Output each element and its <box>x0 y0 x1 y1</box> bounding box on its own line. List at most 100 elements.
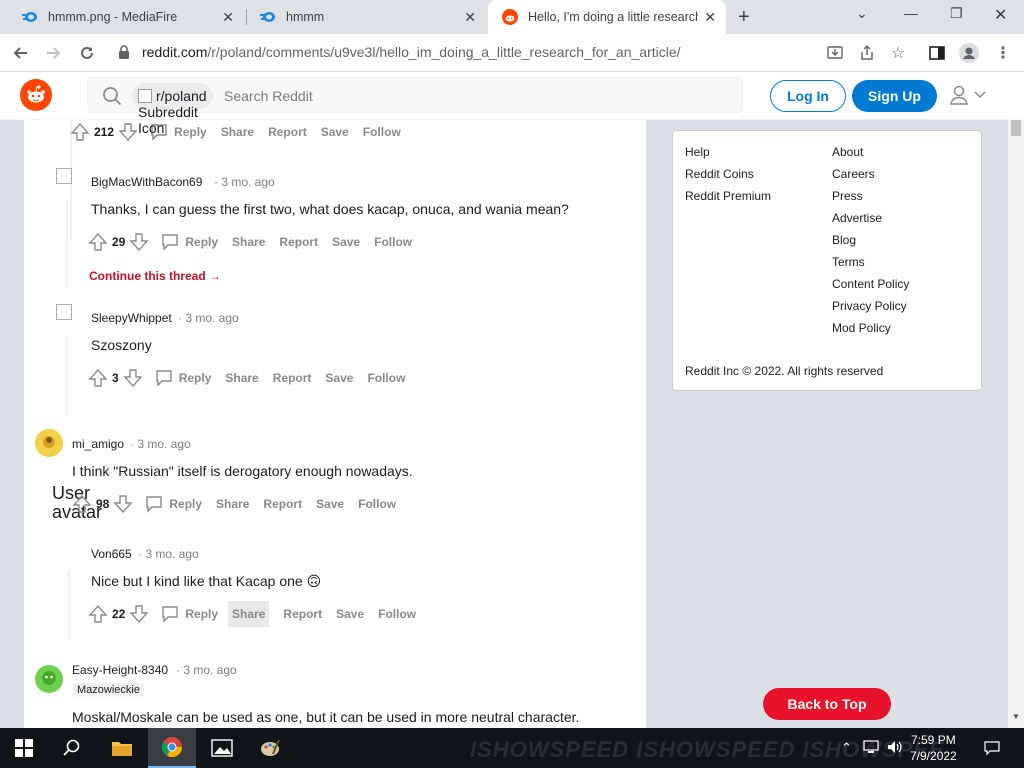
chrome-taskbar-button[interactable] <box>148 728 196 768</box>
start-button[interactable] <box>0 728 48 768</box>
continue-thread-link[interactable]: Continue this thread → <box>89 269 221 283</box>
reply-button[interactable]: Reply <box>161 233 218 251</box>
reload-icon[interactable] <box>76 42 98 64</box>
tab-search-icon[interactable]: ⌄ <box>856 5 868 22</box>
share-button[interactable]: Share <box>221 125 254 139</box>
window-close-icon[interactable]: ✕ <box>994 5 1007 25</box>
reply-button[interactable]: Reply <box>145 495 202 513</box>
link-privacy-policy[interactable]: Privacy Policy <box>832 299 907 313</box>
follow-button[interactable]: Follow <box>358 497 396 511</box>
follow-button[interactable]: Follow <box>367 371 405 385</box>
scrollbar-thumb[interactable] <box>1011 120 1021 136</box>
share-button[interactable]: Share <box>216 497 249 511</box>
install-app-icon[interactable] <box>824 42 846 64</box>
share-button[interactable]: Share <box>228 601 270 627</box>
share-button[interactable]: Share <box>225 371 258 385</box>
photos-button[interactable] <box>198 728 246 768</box>
link-advertise[interactable]: Advertise <box>832 211 882 225</box>
comment-author[interactable]: SleepyWhippet <box>91 311 172 325</box>
share-button[interactable]: Share <box>232 235 265 249</box>
link-blog[interactable]: Blog <box>832 233 856 247</box>
network-icon[interactable] <box>863 740 879 757</box>
forward-arrow-icon[interactable] <box>42 42 64 64</box>
reply-button[interactable]: Reply <box>155 369 211 387</box>
tray-chevron-up-icon[interactable]: ⌃ <box>841 740 852 756</box>
downvote-icon[interactable] <box>129 604 149 624</box>
link-mod-policy[interactable]: Mod Policy <box>832 321 891 335</box>
link-content-policy[interactable]: Content Policy <box>832 277 909 291</box>
tab-mediafire[interactable]: hmmm.png - MediaFire ✕ <box>8 0 244 34</box>
comment-author[interactable]: mi_amigo <box>72 437 124 451</box>
profile-icon[interactable] <box>958 42 980 64</box>
comment-timestamp[interactable]: · 3 mo. ago <box>178 311 239 325</box>
tab-reddit[interactable]: Hello, I'm doing a little research f ✕ <box>488 0 726 34</box>
address-bar[interactable]: reddit.com/r/poland/comments/u9ve3l/hell… <box>142 44 681 60</box>
thread-line[interactable] <box>68 570 70 640</box>
maximize-icon[interactable]: ❐ <box>950 5 963 22</box>
menu-kebab-icon[interactable]: ⋮ <box>992 42 1014 64</box>
close-icon[interactable]: ✕ <box>222 9 234 26</box>
close-icon[interactable]: ✕ <box>464 9 476 26</box>
back-to-top-button[interactable]: Back to Top <box>763 688 891 720</box>
signup-button[interactable]: Sign Up <box>852 80 937 112</box>
comment-author[interactable]: Von665 <box>91 547 132 561</box>
avatar[interactable] <box>35 665 63 693</box>
downvote-icon[interactable] <box>129 232 149 252</box>
follow-button[interactable]: Follow <box>374 235 412 249</box>
comment-author[interactable]: BigMacWithBacon69 <box>91 175 202 189</box>
upvote-icon[interactable] <box>70 122 90 142</box>
page-scrollbar[interactable]: ▼ <box>1008 120 1024 728</box>
downvote-icon[interactable] <box>118 122 138 142</box>
report-button[interactable]: Report <box>268 125 307 139</box>
report-button[interactable]: Report <box>279 235 318 249</box>
comment-author[interactable]: Easy-Height-8340 <box>72 663 168 677</box>
save-button[interactable]: Save <box>332 235 360 249</box>
link-help[interactable]: Help <box>685 145 710 159</box>
report-button[interactable]: Report <box>273 371 312 385</box>
link-reddit-premium[interactable]: Reddit Premium <box>685 189 771 203</box>
report-button[interactable]: Report <box>283 607 322 621</box>
link-careers[interactable]: Careers <box>832 167 875 181</box>
reddit-logo-icon[interactable] <box>20 79 52 111</box>
comment-timestamp[interactable]: · 3 mo. ago <box>130 437 191 451</box>
thread-line[interactable] <box>66 336 68 416</box>
new-tab-button[interactable]: + <box>738 6 750 29</box>
link-press[interactable]: Press <box>832 189 863 203</box>
save-button[interactable]: Save <box>321 125 349 139</box>
tab-hmmm[interactable]: hmmm ✕ <box>246 0 486 34</box>
upvote-icon[interactable] <box>88 232 108 252</box>
close-icon[interactable]: ✕ <box>704 9 716 26</box>
paint-button[interactable] <box>246 728 294 768</box>
notifications-icon[interactable] <box>984 740 1000 759</box>
minimize-icon[interactable]: — <box>904 5 918 21</box>
file-explorer-button[interactable] <box>98 728 146 768</box>
link-about[interactable]: About <box>832 145 863 159</box>
follow-button[interactable]: Follow <box>363 125 401 139</box>
follow-button[interactable]: Follow <box>378 607 416 621</box>
taskbar-search-button[interactable] <box>48 728 96 768</box>
back-arrow-icon[interactable] <box>10 42 32 64</box>
comment-timestamp[interactable]: · 3 mo. ago <box>138 547 199 561</box>
save-button[interactable]: Save <box>316 497 344 511</box>
downvote-icon[interactable] <box>113 494 133 514</box>
link-reddit-coins[interactable]: Reddit Coins <box>685 167 754 181</box>
scroll-down-arrow-icon[interactable]: ▼ <box>1012 712 1020 721</box>
save-button[interactable]: Save <box>325 371 353 385</box>
system-clock[interactable]: 7:59 PM 7/9/2022 <box>910 732 957 764</box>
bookmark-star-icon[interactable]: ☆ <box>887 42 909 64</box>
link-terms[interactable]: Terms <box>832 255 865 269</box>
side-panel-icon[interactable] <box>926 42 948 64</box>
report-button[interactable]: Report <box>263 497 302 511</box>
share-icon[interactable] <box>856 42 878 64</box>
user-menu[interactable] <box>948 84 986 106</box>
upvote-icon[interactable] <box>72 494 92 514</box>
downvote-icon[interactable] <box>123 368 143 388</box>
avatar[interactable] <box>56 304 72 320</box>
volume-icon[interactable] <box>887 740 903 757</box>
thread-line[interactable] <box>66 200 68 288</box>
login-button[interactable]: Log In <box>770 80 846 112</box>
upvote-icon[interactable] <box>88 368 108 388</box>
comment-timestamp[interactable]: · 3 mo. ago <box>214 175 275 189</box>
comment-timestamp[interactable]: · 3 mo. ago <box>176 663 237 677</box>
search-input[interactable]: Search Reddit <box>224 88 313 104</box>
